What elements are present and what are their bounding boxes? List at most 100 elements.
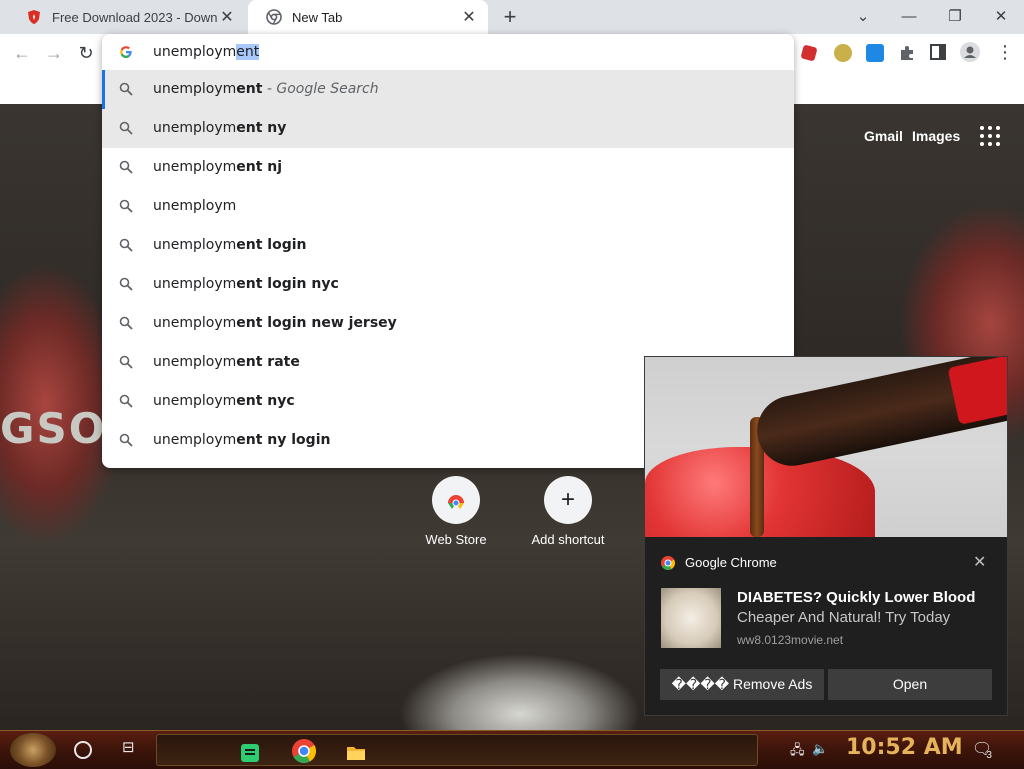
tab-title: Free Download 2023 - Download — [52, 9, 218, 25]
chrome-favicon-icon — [266, 9, 282, 25]
suggestion-text: unemployment nj — [153, 159, 282, 175]
tab-free-download[interactable]: Free Download 2023 - Download ✕ — [8, 0, 246, 34]
search-magnifier-icon — [119, 160, 133, 174]
sticky-notes-app-icon[interactable] — [239, 742, 261, 764]
start-gear-icon[interactable] — [10, 733, 56, 767]
notification-source: ww8.0123movie.net — [737, 633, 844, 647]
reload-icon[interactable]: ↻ — [74, 41, 98, 65]
omnibox-suggestion[interactable]: unemployment login new jersey — [102, 304, 794, 343]
chrome-logo-icon — [661, 556, 675, 570]
suggestion-prefix: unemploym — [153, 159, 237, 175]
suggestion-completion: ent login — [236, 237, 307, 253]
shortcut-label: Add shortcut — [531, 532, 605, 547]
suggestion-completion: ent ny login — [236, 432, 331, 448]
search-magnifier-icon — [119, 394, 133, 408]
add-shortcut-plus-icon: + — [544, 476, 592, 524]
notification-close-icon[interactable]: ✕ — [973, 552, 986, 572]
suggestion-text: unemployment login nyc — [153, 276, 339, 292]
tab-title: New Tab — [292, 9, 343, 25]
plus-symbol: + — [560, 486, 575, 513]
suggestion-completion: ent ny — [236, 120, 287, 136]
notification-title: DIABETES? Quickly Lower Blood — [737, 589, 976, 606]
new-tab-button[interactable]: + — [498, 5, 522, 29]
images-link[interactable]: Images — [912, 128, 960, 144]
file-explorer-app-icon[interactable] — [345, 742, 367, 764]
omnibox-autocomplete-selection: ent — [236, 44, 260, 60]
network-icon[interactable]: 🖧 — [790, 741, 805, 763]
suggestion-prefix: unemploym — [153, 237, 237, 253]
omnibox-input[interactable]: unemployment — [102, 34, 794, 70]
omnibox-typed-text: unemploym — [153, 44, 237, 60]
red-extension-icon[interactable] — [800, 44, 818, 62]
side-panel-icon[interactable] — [930, 44, 946, 60]
forward-arrow-icon[interactable]: → — [42, 41, 66, 65]
suggestion-prefix: unemploym — [153, 432, 237, 448]
restore-button[interactable]: ❐ — [932, 4, 978, 30]
suggestion-text: unemployment ny login — [153, 432, 330, 448]
shortcut-web-store[interactable]: Web Store — [401, 476, 511, 547]
minimize-button[interactable]: — — [886, 4, 932, 30]
back-arrow-icon[interactable]: ← — [10, 41, 34, 65]
search-magnifier-icon — [119, 355, 133, 369]
remove-ads-button[interactable]: ���� Remove Ads — [660, 669, 824, 700]
action-center-icon[interactable]: 🗨3 — [972, 739, 998, 761]
suggestion-text: unemployment rate — [153, 354, 300, 370]
tab-new-tab[interactable]: New Tab ✕ — [248, 0, 488, 34]
profile-avatar-icon[interactable] — [960, 42, 980, 62]
notification-count-badge: 3 — [986, 750, 992, 761]
search-magnifier-icon — [119, 277, 133, 291]
suggestion-text: unemployment login — [153, 237, 307, 253]
tab-strip: Free Download 2023 - Download ✕ New Tab … — [0, 0, 1024, 34]
suggestion-prefix: unemploym — [153, 393, 237, 409]
puzzle-extensions-icon[interactable] — [898, 44, 916, 62]
gold-extension-icon[interactable] — [834, 44, 852, 62]
close-window-button[interactable]: ✕ — [978, 4, 1024, 30]
google-apps-icon[interactable] — [980, 126, 1000, 146]
suggestion-text: unemployment - Google Search — [153, 81, 379, 97]
notification-body: Cheaper And Natural! Try Today — [737, 609, 951, 626]
omnibox-suggestion[interactable]: unemploym — [102, 187, 794, 226]
suggestion-completion: ent nyc — [236, 393, 295, 409]
search-magnifier-icon — [119, 238, 133, 252]
open-button[interactable]: Open — [828, 669, 992, 700]
bottle-shape — [750, 357, 1007, 473]
suggestion-text: unemployment login new jersey — [153, 315, 397, 331]
notification-thumbnail — [661, 588, 721, 648]
suggestion-text: unemployment nyc — [153, 393, 295, 409]
omnibox-suggestion[interactable]: unemployment login — [102, 226, 794, 265]
omnibox-suggestion[interactable]: unemployment - Google Search — [102, 70, 794, 109]
suggestion-prefix: unemploym — [153, 120, 237, 136]
notification-ad-image[interactable] — [645, 357, 1007, 537]
omnibox-suggestion[interactable]: unemployment nj — [102, 148, 794, 187]
gmail-link[interactable]: Gmail — [864, 128, 903, 144]
omnibox-text: unemployment — [153, 44, 260, 60]
shortcut-add[interactable]: + Add shortcut — [513, 476, 623, 547]
suggestion-prefix: unemploym — [153, 315, 237, 331]
search-magnifier-icon — [119, 121, 133, 135]
blue-extension-icon[interactable] — [866, 44, 884, 62]
tab-close-icon[interactable]: ✕ — [460, 7, 478, 27]
suggestion-prefix: unemploym — [153, 198, 237, 214]
suggestion-completion: ent rate — [236, 354, 300, 370]
taskbar-clock[interactable]: 10:52 AM — [846, 735, 963, 760]
omnibox-suggestion[interactable]: unemployment login nyc — [102, 265, 794, 304]
tab-close-icon[interactable]: ✕ — [218, 7, 236, 27]
menu-kebab-icon[interactable]: ⋮ — [996, 42, 1014, 64]
suggestion-description: - Google Search — [262, 81, 379, 97]
suggestion-text: unemployment ny — [153, 120, 286, 136]
search-magnifier-icon — [119, 82, 133, 96]
chrome-app-icon[interactable] — [291, 738, 317, 764]
google-g-icon — [120, 46, 132, 58]
volume-muted-icon[interactable]: 🔈 — [812, 741, 828, 757]
search-magnifier-icon — [119, 199, 133, 213]
task-view-icon[interactable]: ⊟ — [122, 740, 138, 756]
suggestion-prefix: unemploym — [153, 276, 237, 292]
omnibox-suggestion[interactable]: unemployment ny — [102, 109, 794, 148]
taskbar: ⊟ 🖧 🔈 10:52 AM 🗨3 — [0, 730, 1024, 769]
search-magnifier-icon — [119, 316, 133, 330]
background-sign-text: GSO — [0, 404, 107, 453]
shortcut-label: Web Store — [425, 532, 487, 547]
tab-search-dropdown-icon[interactable]: ⌄ — [840, 4, 886, 30]
shield-favicon-icon — [28, 10, 40, 24]
search-circle-icon[interactable] — [74, 741, 92, 759]
